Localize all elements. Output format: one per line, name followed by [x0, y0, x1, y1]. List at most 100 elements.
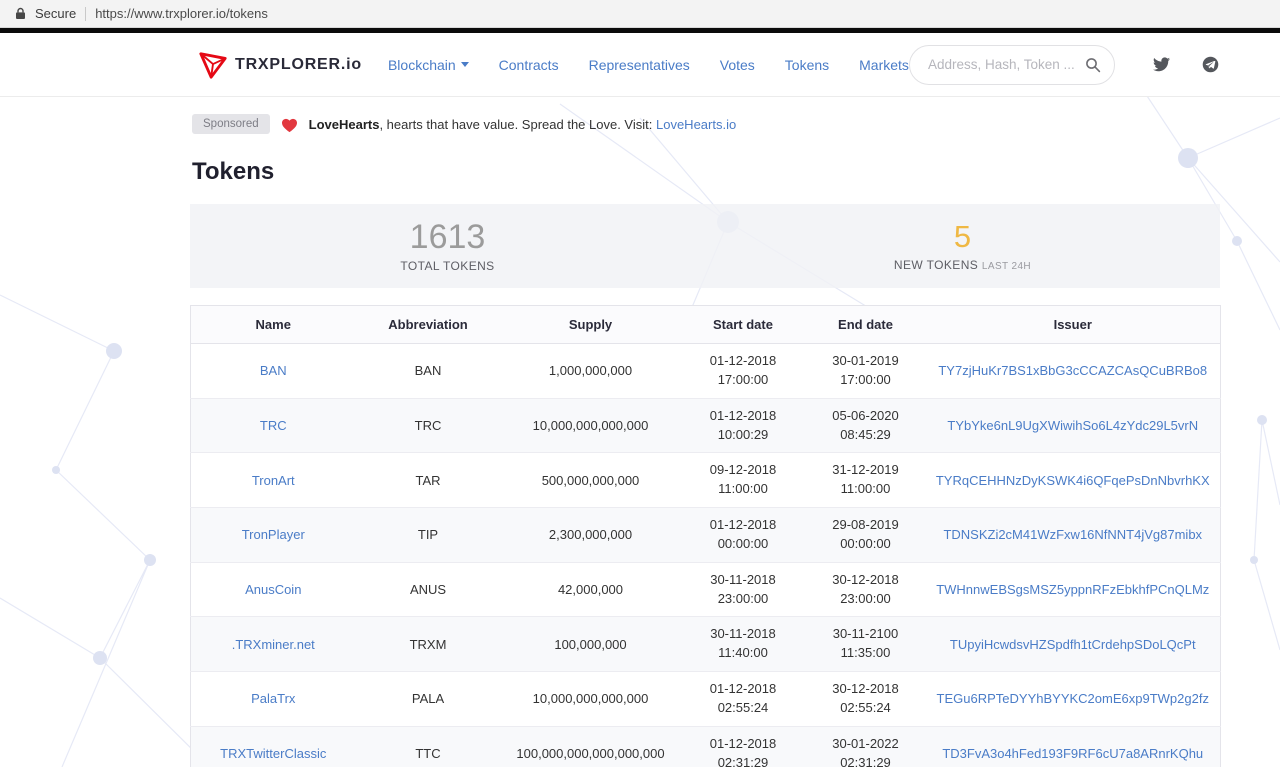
- browser-address-bar: Secure https://www.trxplorer.io/tokens: [0, 0, 1280, 28]
- table-row: BAN BAN 1,000,000,000 01-12-2018 17:00:00…: [190, 343, 1221, 399]
- token-end-date: 30-01-2019 17:00:00: [805, 343, 926, 399]
- site-header: TRXPLORER.io Blockchain Contracts Repres…: [0, 33, 1280, 97]
- security-label: Secure: [35, 6, 77, 21]
- token-start-date: 09-12-2018 11:00:00: [680, 452, 806, 509]
- table-row: .TRXminer.net TRXM 100,000,000 30-11-201…: [190, 616, 1221, 673]
- total-tokens-value: 1613: [409, 217, 486, 256]
- main-nav: Blockchain Contracts Representatives Vot…: [388, 57, 909, 73]
- top-accent-bar: [0, 28, 1280, 33]
- token-abbreviation: TRXM: [355, 616, 501, 673]
- sponsor-text: LoveHearts, hearts that have value. Spre…: [308, 116, 737, 132]
- address-bar-divider: [85, 6, 87, 21]
- page-title: Tokens: [192, 158, 275, 185]
- col-issuer: Issuer: [925, 305, 1221, 344]
- logo[interactable]: TRXPLORER.io: [198, 50, 362, 80]
- nav-contracts[interactable]: Contracts: [499, 57, 559, 73]
- col-start-date: Start date: [680, 305, 806, 344]
- token-issuer-link[interactable]: TDNSKZi2cM41WzFxw16NfNNT4jVg87mibx: [943, 527, 1202, 542]
- token-end-date: 29-08-2019 00:00:00: [805, 507, 926, 563]
- token-start-date: 01-12-2018 17:00:00: [680, 343, 806, 399]
- token-name-link[interactable]: TRXTwitterClassic: [220, 746, 326, 761]
- token-supply: 1,000,000,000: [500, 343, 681, 399]
- token-end-date: 30-11-2100 11:35:00: [805, 616, 926, 673]
- col-end-date: End date: [805, 305, 926, 344]
- sponsor-name: LoveHearts: [308, 116, 380, 132]
- table-row: TRXTwitterClassic TTC 100,000,000,000,00…: [190, 726, 1221, 767]
- total-tokens-label: TOTAL TOKENS: [400, 259, 495, 274]
- token-supply: 500,000,000,000: [500, 452, 681, 509]
- new-tokens-label: NEW TOKENS LAST 24H: [893, 257, 1032, 272]
- token-start-date: 01-12-2018 02:31:29: [680, 726, 806, 767]
- tron-logo-icon: [198, 50, 228, 80]
- token-supply: 42,000,000: [500, 562, 681, 618]
- nav-votes[interactable]: Votes: [720, 57, 755, 73]
- stat-new-tokens: 5 NEW TOKENS LAST 24H: [705, 220, 1220, 272]
- table-row: PalaTrx PALA 10,000,000,000,000 01-12-20…: [190, 671, 1221, 727]
- token-end-date: 30-12-2018 02:55:24: [805, 671, 926, 727]
- token-name-link[interactable]: TronArt: [252, 473, 295, 488]
- table-row: TronPlayer TIP 2,300,000,000 01-12-2018 0…: [190, 507, 1221, 563]
- nav-blockchain[interactable]: Blockchain: [388, 57, 469, 73]
- token-issuer-link[interactable]: TYRqCEHHNzDyKSWK4i6QFqePsDnNbvrhKX: [936, 473, 1210, 488]
- token-name-link[interactable]: BAN: [260, 363, 287, 378]
- token-issuer-link[interactable]: TWHnnwEBSgsMSZ5yppnRFzEbkhfPCnQLMz: [936, 582, 1209, 597]
- url-text[interactable]: https://www.trxplorer.io/tokens: [95, 6, 268, 21]
- search-icon[interactable]: [1085, 57, 1101, 78]
- sponsor-row: Sponsored LoveHearts, hearts that have v…: [192, 114, 1220, 134]
- token-end-date: 05-06-2020 08:45:29: [805, 398, 926, 454]
- token-abbreviation: PALA: [355, 671, 501, 727]
- token-supply: 10,000,000,000,000: [500, 398, 681, 454]
- table-header-row: Name Abbreviation Supply Start date End …: [190, 305, 1221, 344]
- nav-markets[interactable]: Markets: [859, 57, 909, 73]
- token-name-link[interactable]: TRC: [260, 418, 287, 433]
- token-issuer-link[interactable]: TEGu6RPTeDYYhBYYKC2omE6xp9TWp2g2fz: [937, 691, 1209, 706]
- col-abbreviation: Abbreviation: [355, 305, 501, 344]
- logo-text: TRXPLORER.io: [235, 55, 362, 73]
- main-content: Sponsored LoveHearts, hearts that have v…: [190, 97, 1221, 767]
- browser-window: Secure https://www.trxplorer.io/tokens T…: [0, 0, 1280, 767]
- token-issuer-link[interactable]: TYbYke6nL9UgXWiwihSo6L4zYdc29L5vrN: [947, 418, 1198, 433]
- col-name: Name: [190, 305, 356, 344]
- token-issuer-link[interactable]: TUpyiHcwdsvHZSpdfh1tCrdehpSDoLQcPt: [950, 637, 1196, 652]
- token-supply: 100,000,000,000,000,000: [500, 726, 681, 767]
- table-row: AnusCoin ANUS 42,000,000 30-11-2018 23:00…: [190, 562, 1221, 618]
- social-links: [1152, 56, 1219, 73]
- token-start-date: 30-11-2018 11:40:00: [680, 616, 806, 673]
- token-start-date: 01-12-2018 02:55:24: [680, 671, 806, 727]
- token-abbreviation: TTC: [355, 726, 501, 767]
- token-abbreviation: ANUS: [355, 562, 501, 618]
- stats-panel: 1613 TOTAL TOKENS 5 NEW TOKENS LAST 24H: [190, 204, 1220, 288]
- token-supply: 10,000,000,000,000: [500, 671, 681, 727]
- token-abbreviation: TRC: [355, 398, 501, 454]
- token-issuer-link[interactable]: TY7zjHuKr7BS1xBbG3cCCAZCAsQCuBRBo8: [938, 363, 1207, 378]
- stat-total-tokens: 1613 TOTAL TOKENS: [190, 217, 705, 274]
- token-start-date: 30-11-2018 23:00:00: [680, 562, 806, 618]
- lock-icon[interactable]: [15, 7, 26, 20]
- tokens-table: Name Abbreviation Supply Start date End …: [190, 305, 1221, 767]
- token-supply: 100,000,000: [500, 616, 681, 673]
- token-abbreviation: TAR: [355, 452, 501, 509]
- chevron-down-icon: [460, 62, 469, 67]
- token-name-link[interactable]: .TRXminer.net: [232, 637, 315, 652]
- token-start-date: 01-12-2018 00:00:00: [680, 507, 806, 563]
- nav-representatives[interactable]: Representatives: [589, 57, 690, 73]
- token-end-date: 30-12-2018 23:00:00: [805, 562, 926, 618]
- sponsor-link[interactable]: LoveHearts.io: [656, 117, 736, 132]
- token-supply: 2,300,000,000: [500, 507, 681, 563]
- token-name-link[interactable]: PalaTrx: [251, 691, 295, 706]
- token-end-date: 31-12-2019 11:00:00: [805, 452, 926, 509]
- token-issuer-link[interactable]: TD3FvA3o4hFed193F9RF6cU7a8ARnrKQhu: [942, 746, 1203, 761]
- token-name-link[interactable]: AnusCoin: [245, 582, 301, 597]
- twitter-icon[interactable]: [1152, 57, 1170, 72]
- telegram-icon[interactable]: [1202, 56, 1219, 73]
- token-start-date: 01-12-2018 10:00:29: [680, 398, 806, 454]
- col-supply: Supply: [500, 305, 681, 344]
- token-name-link[interactable]: TronPlayer: [242, 527, 305, 542]
- heart-icon: [280, 115, 299, 133]
- token-abbreviation: BAN: [355, 343, 501, 399]
- token-abbreviation: TIP: [355, 507, 501, 563]
- table-row: TronArt TAR 500,000,000,000 09-12-2018 11…: [190, 452, 1221, 509]
- nav-tokens[interactable]: Tokens: [785, 57, 829, 73]
- tokens-table-body: BAN BAN 1,000,000,000 01-12-2018 17:00:00…: [190, 343, 1221, 767]
- token-end-date: 30-01-2022 02:31:29: [805, 726, 926, 767]
